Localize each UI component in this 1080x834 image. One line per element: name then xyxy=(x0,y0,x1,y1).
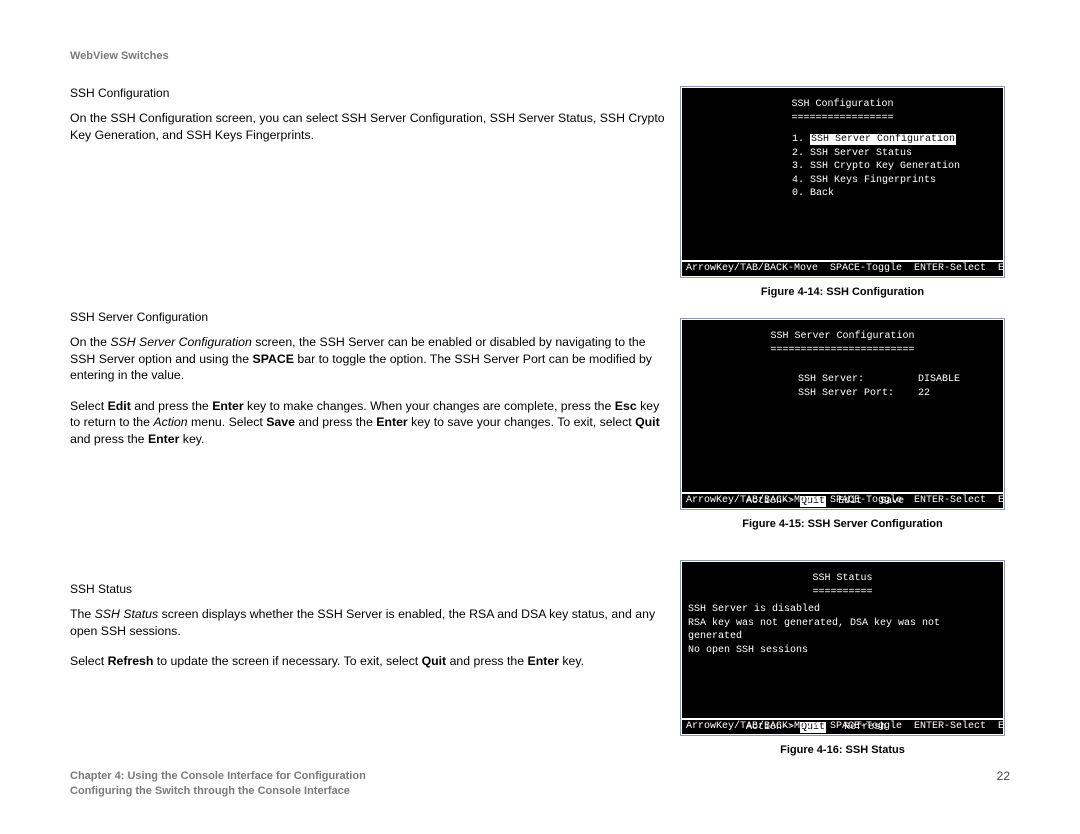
console-status-line: No open SSH sessions xyxy=(688,644,999,658)
text: menu. Select xyxy=(188,415,267,429)
console-title-underline: ================= xyxy=(682,112,1003,126)
section-ssh-status-heading: SSH Status xyxy=(70,582,670,596)
console-menu-item: 3. SSH Crypto Key Generation xyxy=(792,160,1003,174)
text: key. xyxy=(179,432,204,446)
text-bold: Refresh xyxy=(108,654,154,668)
section-ssh-server-para2: Select Edit and press the Enter key to m… xyxy=(70,398,670,448)
section-ssh-server-para1: On the SSH Server Configuration screen, … xyxy=(70,334,670,384)
text: and press the xyxy=(295,415,376,429)
text-bold: Quit xyxy=(422,654,447,668)
console-form-row: SSH Server Port: 22 xyxy=(798,387,1003,401)
text: Select xyxy=(70,654,108,668)
text: and press the xyxy=(446,654,527,668)
text-italic: SSH Status xyxy=(95,607,159,621)
console-status-line: RSA key was not generated, DSA key was n… xyxy=(688,617,999,644)
text: The xyxy=(70,607,95,621)
figure-14-console: SSH Configuration ================= 1. S… xyxy=(680,86,1005,278)
footer-section: Configuring the Switch through the Conso… xyxy=(70,784,1010,798)
console-form-row: SSH Server: DISABLE xyxy=(798,373,1003,387)
section-ssh-config-heading: SSH Configuration xyxy=(70,86,670,100)
text-bold: Enter xyxy=(212,399,243,413)
footer-chapter: Chapter 4: Using the Console Interface f… xyxy=(70,769,1010,783)
text: On the xyxy=(70,335,110,349)
figure-15-caption: Figure 4-15: SSH Server Configuration xyxy=(680,518,1005,530)
text: to update the screen if necessary. To ex… xyxy=(153,654,421,668)
text-italic: Action xyxy=(153,415,187,429)
console-helpbar: ArrowKey/TAB/BACK-Move SPACE-Toggle ENTE… xyxy=(686,494,1003,508)
text-bold: SPACE xyxy=(253,352,294,366)
console-title: SSH Server Configuration xyxy=(682,320,1003,344)
figure-16-caption: Figure 4-16: SSH Status xyxy=(680,744,1005,756)
section-ssh-server-heading: SSH Server Configuration xyxy=(70,310,670,324)
text-bold: Save xyxy=(266,415,295,429)
console-status-line: SSH Server is disabled xyxy=(688,603,999,617)
figure-15-console: SSH Server Configuration ===============… xyxy=(680,318,1005,510)
text-bold: Esc xyxy=(615,399,637,413)
text-bold: Enter xyxy=(148,432,179,446)
text: key. xyxy=(559,654,584,668)
console-helpbar: ArrowKey/TAB/BACK-Move SPACE-Toggle ENTE… xyxy=(686,262,1003,276)
section-ssh-status-para1: The SSH Status screen displays whether t… xyxy=(70,606,670,639)
text-bold: Enter xyxy=(376,415,407,429)
product-header: WebView Switches xyxy=(70,50,1010,62)
text-bold: Quit xyxy=(635,415,660,429)
section-ssh-config-para: On the SSH Configuration screen, you can… xyxy=(70,110,670,143)
figure-14-caption: Figure 4-14: SSH Configuration xyxy=(680,286,1005,298)
console-menu-item: 4. SSH Keys Fingerprints xyxy=(792,174,1003,188)
text-bold: Enter xyxy=(528,654,559,668)
text: Select xyxy=(70,399,108,413)
text-italic: SSH Server Configuration xyxy=(110,335,251,349)
text: and press the xyxy=(70,432,148,446)
console-title: SSH Status xyxy=(682,562,1003,586)
text-bold: Edit xyxy=(108,399,131,413)
text: key to make changes. When your changes a… xyxy=(244,399,615,413)
console-menu-item: 2. SSH Server Status xyxy=(792,147,1003,161)
console-title-underline: ========== xyxy=(682,586,1003,600)
section-ssh-status-para2: Select Refresh to update the screen if n… xyxy=(70,653,670,670)
figure-16-console: SSH Status ========== SSH Server is disa… xyxy=(680,560,1005,736)
console-title-underline: ======================== xyxy=(682,344,1003,358)
text: and press the xyxy=(131,399,212,413)
text: key to save your changes. To exit, selec… xyxy=(408,415,635,429)
console-menu-item: 0. Back xyxy=(792,187,1003,201)
console-helpbar: ArrowKey/TAB/BACK-Move SPACE-Toggle ENTE… xyxy=(686,720,1003,734)
console-menu-item: 1. SSH Server Configuration xyxy=(792,133,1003,147)
page-number: 22 xyxy=(997,769,1010,783)
text: screen displays whether the SSH Server i… xyxy=(70,607,655,638)
console-title: SSH Configuration xyxy=(682,88,1003,112)
